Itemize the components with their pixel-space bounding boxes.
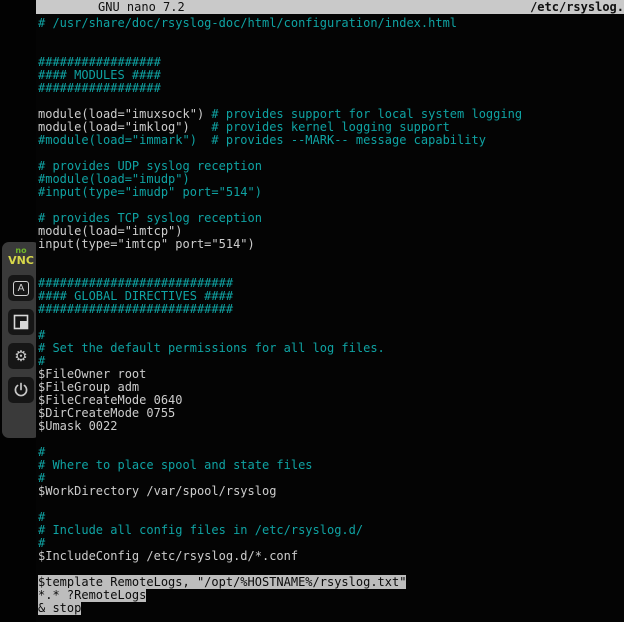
editor-line bbox=[38, 30, 624, 43]
editor-line: #module(load="immark") # provides --MARK… bbox=[38, 134, 624, 147]
editor-line bbox=[38, 251, 624, 264]
settings-button[interactable]: ⚙ bbox=[8, 343, 34, 369]
fullscreen-button[interactable] bbox=[8, 309, 34, 335]
novnc-logo-vnc: VNC bbox=[8, 255, 34, 266]
keyboard-icon: A bbox=[13, 281, 29, 296]
editor-line: # /usr/share/doc/rsyslog-doc/html/config… bbox=[38, 17, 624, 30]
editor-line: $Umask 0022 bbox=[38, 420, 624, 433]
novnc-logo: no VNC bbox=[8, 247, 34, 266]
editor-line: ################# bbox=[38, 82, 624, 95]
editor-line: $DirCreateMode 0755 bbox=[38, 407, 624, 420]
keyboard-button[interactable]: A bbox=[8, 275, 34, 301]
editor-line: # Include all config files in /etc/rsysl… bbox=[38, 524, 624, 537]
editor-line: *.* ?RemoteLogs bbox=[38, 589, 624, 602]
power-button[interactable] bbox=[8, 377, 34, 403]
editor-line: # Where to place spool and state files bbox=[38, 459, 624, 472]
nano-title-bar: GNU nano 7.2 /etc/rsyslog. bbox=[36, 0, 624, 14]
terminal[interactable]: GNU nano 7.2 /etc/rsyslog. # /usr/share/… bbox=[36, 0, 624, 622]
editor-line: & stop bbox=[38, 602, 624, 615]
power-icon bbox=[13, 382, 29, 398]
editor-line: input(type="imtcp" port="514") bbox=[38, 238, 624, 251]
editor-line: #input(type="imudp" port="514") bbox=[38, 186, 624, 199]
vnc-control-bar: no VNC A ⚙ bbox=[2, 242, 40, 438]
editor-line: # Set the default permissions for all lo… bbox=[38, 342, 624, 355]
editor-line bbox=[38, 433, 624, 446]
editor-content[interactable]: # /usr/share/doc/rsyslog-doc/html/config… bbox=[36, 14, 624, 615]
fullscreen-icon bbox=[13, 314, 29, 330]
editor-line bbox=[38, 498, 624, 511]
nano-filename: /etc/rsyslog. bbox=[530, 0, 624, 14]
editor-line: ########################### bbox=[38, 303, 624, 316]
nano-version: GNU nano 7.2 bbox=[98, 0, 185, 14]
gear-icon: ⚙ bbox=[14, 349, 27, 364]
editor-line: $WorkDirectory /var/spool/rsyslog bbox=[38, 485, 624, 498]
editor-line bbox=[38, 316, 624, 329]
editor-line: $IncludeConfig /etc/rsyslog.d/*.conf bbox=[38, 550, 624, 563]
